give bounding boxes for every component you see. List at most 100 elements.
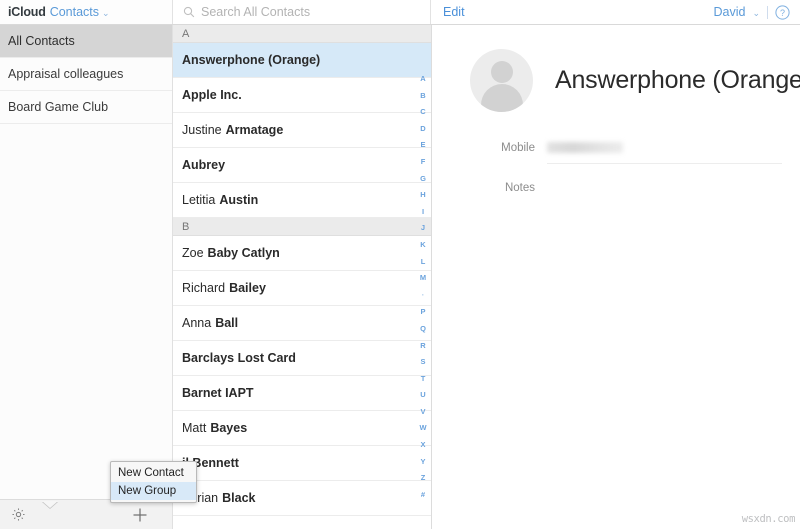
menu-item-new-contact[interactable]: New Contact [111, 464, 196, 482]
field-label: Mobile [501, 142, 535, 154]
alpha-index-letter[interactable]: K [420, 241, 425, 249]
alpha-index-letter[interactable]: G [420, 175, 426, 183]
icloud-contacts-app: iCloud Contacts ⌄ Search All Contacts Ed… [0, 0, 800, 529]
list-item[interactable]: Richard Bailey [173, 271, 431, 306]
account-area: David ⌄ ? [713, 4, 790, 20]
section-header-label: B [182, 220, 190, 233]
avatar-head [490, 61, 513, 83]
brand-service-label: iCloud [8, 5, 46, 19]
detail-toolbar: Edit David ⌄ ? [430, 0, 800, 24]
contact-detail-header: Answerphone (Orange) [432, 49, 800, 112]
popup-arrow [42, 501, 58, 508]
list-item[interactable]: Justine Armatage [173, 113, 431, 148]
contact-last-name: Barnet IAPT [182, 386, 254, 400]
sidebar-item-label: All Contacts [8, 34, 75, 48]
alpha-index-letter[interactable]: I [422, 208, 424, 216]
list-item[interactable]: Letitia Austin [173, 183, 431, 218]
contact-first-name: Matt [182, 421, 207, 435]
contact-first-name: Anna [182, 316, 212, 330]
alpha-index-letter[interactable]: T [421, 375, 426, 383]
search-field[interactable]: Search All Contacts [172, 0, 430, 24]
brand-app-label[interactable]: Contacts [50, 5, 99, 19]
search-icon [183, 6, 195, 18]
alpha-index-letter[interactable]: # [421, 491, 425, 499]
alpha-index-letter[interactable]: D [420, 125, 425, 133]
contact-name-heading: Answerphone (Orange) [555, 66, 800, 94]
list-item[interactable]: Aubrey [173, 148, 431, 183]
add-menu-popup[interactable]: New Contact New Group [110, 461, 197, 503]
sidebar-item-label: Appraisal colleagues [8, 67, 124, 81]
sidebar-item-all-contacts[interactable]: All Contacts [0, 25, 172, 58]
contact-last-name: Barclays Lost Card [182, 351, 296, 365]
menu-item-label: New Contact [118, 467, 184, 479]
contact-rows: A Answerphone (Orange) Apple Inc. Justin… [173, 25, 431, 516]
svg-text:?: ? [780, 8, 785, 18]
list-item[interactable]: Matt Bayes [173, 411, 431, 446]
list-item[interactable]: Barnet IAPT [173, 376, 431, 411]
section-header-label: A [182, 27, 190, 40]
chevron-down-icon[interactable]: ⌄ [752, 8, 760, 19]
alpha-index-letter[interactable]: R [420, 341, 425, 350]
section-header: B [173, 218, 431, 236]
chevron-down-icon[interactable]: ⌄ [102, 8, 110, 18]
alpha-index-letter[interactable]: S [420, 358, 425, 366]
field-label: Notes [504, 182, 535, 194]
menu-item-new-group[interactable]: New Group [111, 482, 196, 500]
brand-area: iCloud Contacts ⌄ [0, 0, 172, 24]
edit-button[interactable]: Edit [443, 5, 465, 19]
search-input[interactable]: Search All Contacts [201, 5, 310, 19]
alpha-index-letter[interactable]: B [420, 92, 425, 100]
alpha-index-letter[interactable]: F [421, 158, 426, 166]
list-item[interactable]: Apple Inc. [173, 78, 431, 113]
gear-icon[interactable] [8, 505, 28, 525]
list-item[interactable]: Anna Ball [173, 306, 431, 341]
section-header: A [173, 25, 431, 43]
contact-last-name: Austin [219, 193, 259, 207]
sidebar-item-board-game-club[interactable]: Board Game Club [0, 91, 172, 124]
alpha-index-letter[interactable]: X [420, 441, 425, 449]
alpha-index-letter[interactable]: U [420, 391, 425, 399]
alpha-index-letter[interactable]: Y [420, 458, 425, 466]
contact-field-mobile: Mobile [432, 140, 800, 166]
alpha-index-letter[interactable]: W [419, 424, 426, 432]
field-divider [547, 163, 782, 164]
alpha-index-letter[interactable]: L [421, 258, 426, 266]
list-item[interactable]: Barclays Lost Card [173, 341, 431, 376]
add-button[interactable] [130, 505, 150, 525]
contact-last-name: Aubrey [182, 158, 226, 172]
contact-last-name: Armatage [225, 123, 284, 137]
contact-first-name: Letitia [182, 193, 216, 207]
contact-first-name: Justine [182, 123, 222, 137]
contact-first-name: Zoe [182, 246, 204, 260]
alpha-index-letter[interactable]: C [420, 108, 425, 116]
question-circle-icon[interactable]: ? [775, 4, 790, 20]
alpha-index-letter[interactable]: H [420, 191, 425, 199]
avatar-shoulders [480, 84, 523, 112]
group-list: All Contacts Appraisal colleagues Board … [0, 25, 172, 499]
list-item[interactable]: Adrian Black [173, 481, 431, 516]
field-value-area[interactable] [547, 140, 800, 164]
alpha-index-letter[interactable]: A [420, 75, 425, 83]
list-item[interactable]: il Bennett [173, 446, 431, 481]
list-item[interactable]: Zoe Baby Catlyn [173, 236, 431, 271]
contact-list[interactable]: A Answerphone (Orange) Apple Inc. Justin… [173, 25, 432, 529]
top-bar: iCloud Contacts ⌄ Search All Contacts Ed… [0, 0, 800, 25]
alpha-index-letter[interactable]: M [420, 274, 426, 282]
contact-last-name: Answerphone (Orange) [182, 53, 321, 67]
contact-field-notes: Notes [432, 180, 800, 206]
alpha-index-letter[interactable]: J [421, 224, 425, 232]
alpha-index-letter[interactable]: E [420, 141, 425, 149]
contact-first-name: Richard [182, 281, 226, 295]
field-value-redacted [547, 142, 623, 153]
alpha-index-letter[interactable]: V [420, 408, 425, 416]
alpha-index-letter[interactable]: P [420, 308, 425, 316]
alpha-index-collapsed-dot[interactable]: · [422, 290, 425, 300]
sidebar-footer [0, 499, 172, 529]
account-menu-label[interactable]: David [713, 5, 745, 19]
list-item[interactable]: Answerphone (Orange) [173, 43, 431, 78]
alpha-index-letter[interactable]: Z [421, 474, 426, 482]
person-placeholder-icon[interactable] [470, 49, 533, 112]
sidebar-item-appraisal-colleagues[interactable]: Appraisal colleagues [0, 58, 172, 91]
alpha-index-letter[interactable]: Q [420, 325, 426, 333]
alphabet-index[interactable]: A B C D E F G H I J K L M · P Q R S T U [415, 25, 431, 529]
